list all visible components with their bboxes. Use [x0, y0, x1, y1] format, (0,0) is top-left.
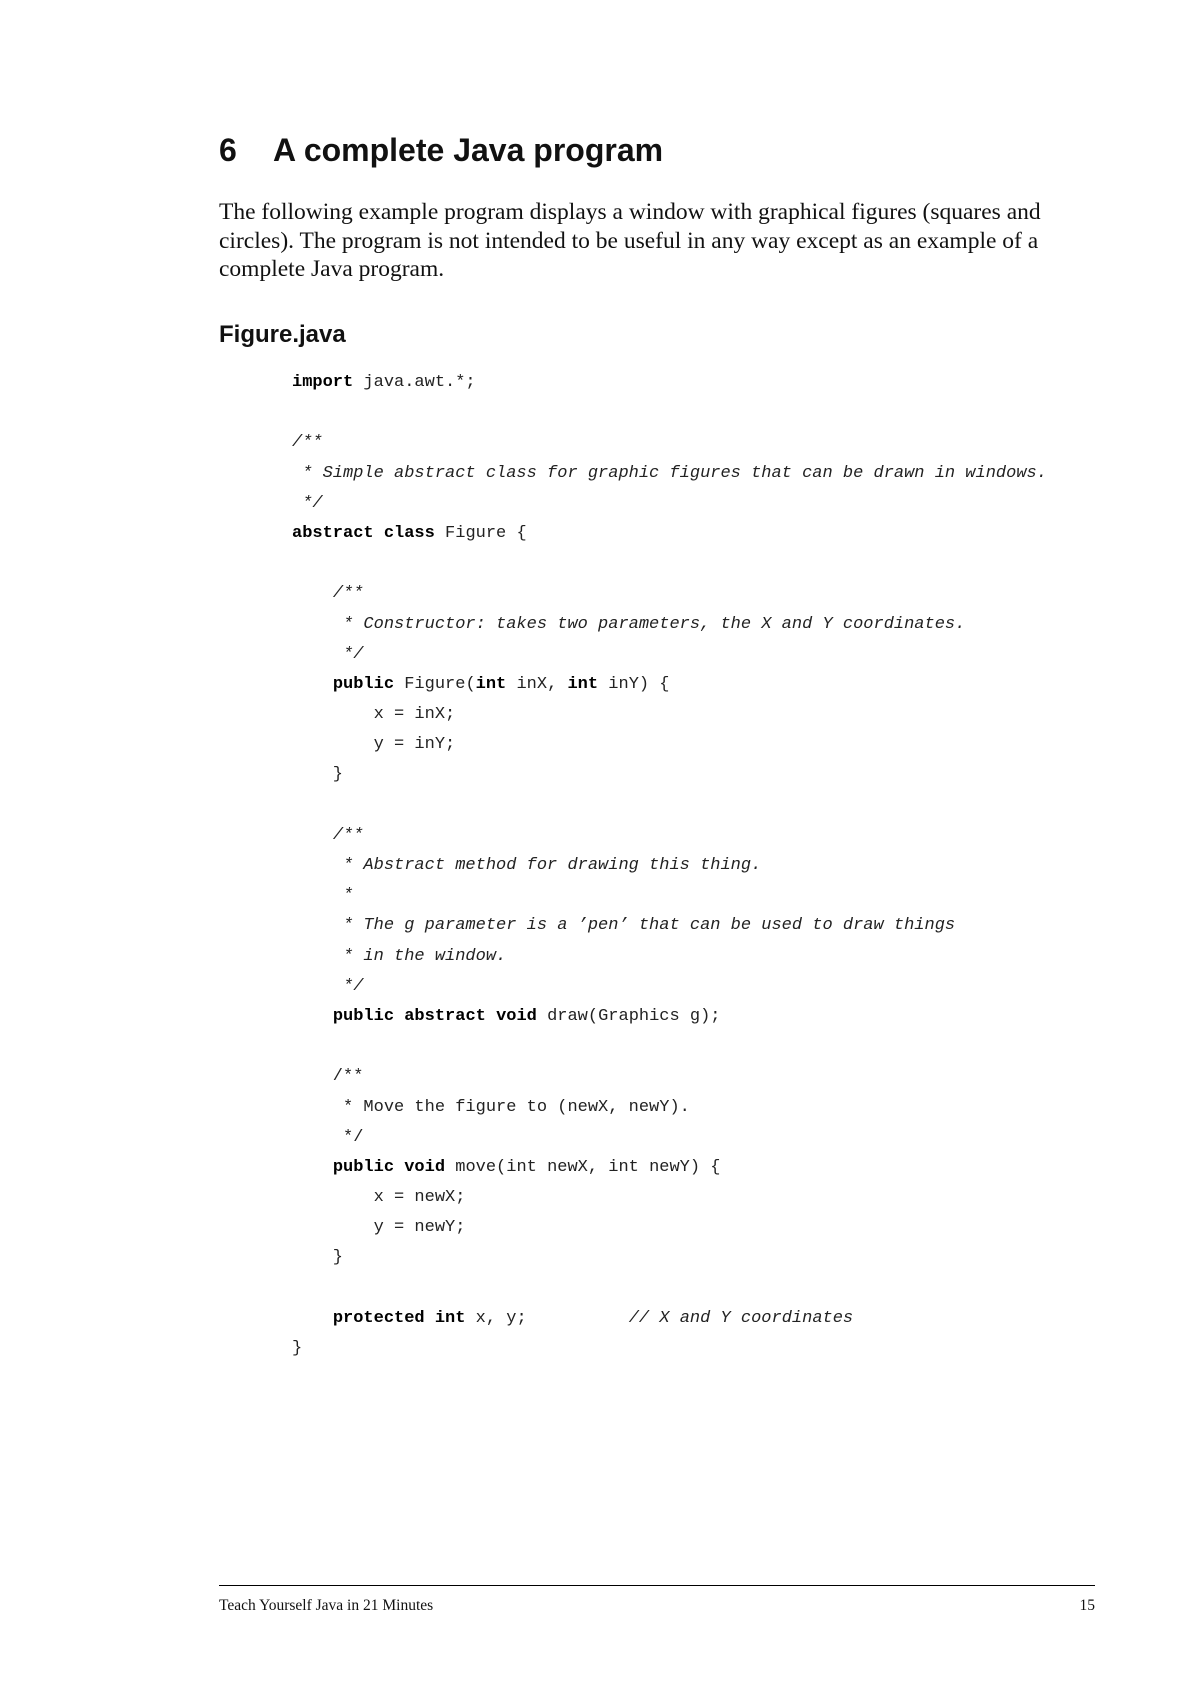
code-comment: /**: [332, 825, 364, 845]
code-line: x = inX;: [292, 700, 1047, 730]
code-line: */: [292, 489, 1047, 519]
code-line: y = newY;: [292, 1213, 1047, 1243]
code-line: import java.awt.*;: [292, 368, 1047, 398]
section-title: A complete Java program: [273, 132, 664, 168]
code-text: inY) {: [598, 674, 670, 694]
footer-book-title: Teach Yourself Java in 21 Minutes: [219, 1597, 434, 1614]
code-line: }: [292, 1334, 1047, 1364]
code-line: abstract class Figure {: [292, 519, 1047, 549]
code-keyword: public: [332, 1157, 395, 1177]
code-text: /**: [292, 1067, 364, 1087]
code-comment: /**: [292, 433, 323, 453]
code-text: move(int newX, int newY) {: [445, 1157, 721, 1177]
code-comment: * The g parameter is a ’pen’ that can be…: [292, 916, 956, 936]
code-line: *: [292, 881, 1047, 911]
code-comment: * Abstract method for drawing this thing…: [292, 856, 762, 875]
code-keyword: void: [404, 1157, 446, 1177]
code-keyword: class: [383, 523, 435, 543]
code-text: * Move the figure to (newX, newY).: [292, 1097, 690, 1117]
code-text: }: [292, 1339, 303, 1358]
code-line: /**: [292, 428, 1047, 458]
code-text: y = inY;: [292, 735, 456, 755]
code-keyword: int: [434, 1308, 466, 1328]
code-comment: */: [292, 493, 323, 513]
code-comment: */: [292, 644, 364, 664]
code-keyword: public: [332, 1006, 395, 1026]
code-keyword: void: [496, 1006, 537, 1026]
code-keyword: import: [292, 373, 354, 392]
code-text: x = inX;: [292, 705, 456, 725]
footer-page-number: 15: [1079, 1597, 1096, 1614]
code-line: y = inY;: [292, 730, 1047, 760]
code-text: x, y;: [465, 1308, 629, 1328]
code-keyword: int: [567, 674, 599, 694]
code-text: draw(Graphics g);: [536, 1006, 721, 1026]
code-line: * The g parameter is a ’pen’ that can be…: [292, 911, 1047, 941]
code-comment: *: [292, 886, 354, 906]
code-line: * Move the figure to (newX, newY).: [292, 1093, 1047, 1123]
code-line: x = newX;: [292, 1183, 1047, 1213]
code-line: protected int x, y; // X and Y coordinat…: [292, 1304, 1047, 1334]
code-text: }: [292, 765, 344, 785]
code-keyword: int: [475, 674, 507, 694]
code-line: */: [292, 972, 1047, 1002]
file-heading: Figure.java: [219, 321, 346, 348]
code-line: * Constructor: takes two parameters, the…: [292, 610, 1047, 640]
section-heading: 6 A complete Java program: [219, 132, 663, 169]
code-line: * in the window.: [292, 942, 1047, 972]
code-text: java.awt.*;: [353, 373, 476, 392]
code-line: /**: [292, 1062, 1047, 1092]
code-line: /**: [292, 821, 1047, 851]
code-comment: * Simple abstract class for graphic figu…: [292, 463, 1047, 483]
code-line: */: [292, 640, 1047, 670]
code-comment: * in the window.: [292, 946, 507, 966]
code-keyword: public: [332, 674, 395, 694]
code-text: */: [292, 1127, 364, 1147]
code-text: y = newY;: [292, 1218, 466, 1238]
code-comment: /**: [332, 584, 364, 604]
code-line: public void move(int newX, int newY) {: [292, 1153, 1047, 1183]
section-number: 6: [219, 132, 237, 168]
code-text: }: [292, 1248, 344, 1268]
code-keyword: abstract: [292, 523, 374, 543]
code-line: public Figure(int inX, int inY) {: [292, 670, 1047, 700]
code-line: * Abstract method for drawing this thing…: [292, 851, 1047, 881]
code-line: * Simple abstract class for graphic figu…: [292, 459, 1047, 489]
code-listing: import java.awt.*; /** * Simple abstract …: [292, 368, 1047, 1364]
code-line: /**: [292, 579, 1047, 609]
code-comment: // X and Y coordinates: [628, 1308, 854, 1328]
code-comment: * Constructor: takes two parameters, the…: [292, 614, 966, 634]
code-text: inX,: [506, 674, 568, 694]
code-keyword: abstract: [404, 1006, 486, 1026]
footer-divider: [219, 1585, 1095, 1586]
code-text: Figure {: [434, 523, 527, 543]
code-comment: */: [292, 976, 364, 996]
code-line: }: [292, 760, 1047, 790]
code-keyword: protected: [332, 1308, 425, 1328]
code-line: */: [292, 1123, 1047, 1153]
code-line: }: [292, 1243, 1047, 1273]
code-text: x = newX;: [292, 1188, 466, 1208]
code-text: Figure(: [394, 674, 476, 694]
intro-paragraph: The following example program displays a…: [219, 199, 1041, 282]
code-line: public abstract void draw(Graphics g);: [292, 1002, 1047, 1032]
